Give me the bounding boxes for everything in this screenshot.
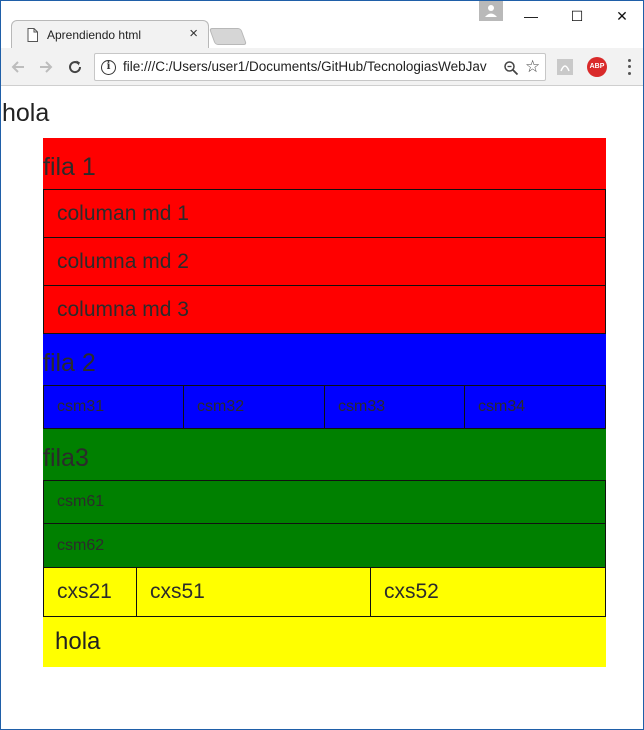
page-content: hola fila 1 columan md 1 columna md 2 co… bbox=[1, 87, 643, 729]
column-md-1: columan md 1 bbox=[43, 189, 606, 238]
bookmark-star-icon[interactable]: ☆ bbox=[525, 57, 540, 77]
column-sm-31: csm31 bbox=[43, 385, 184, 429]
column-sm-61: csm61 bbox=[43, 480, 606, 524]
url-text[interactable]: file:///C:/Users/user1/Documents/GitHub/… bbox=[123, 59, 495, 74]
page-heading: hola bbox=[2, 99, 50, 127]
browser-toolbar: i file:///C:/Users/user1/Documents/GitHu… bbox=[1, 48, 643, 86]
maximize-button[interactable]: ☐ bbox=[554, 3, 600, 29]
row-1: fila 1 columan md 1 columna md 2 columna… bbox=[43, 138, 606, 334]
row-3-label: fila3 bbox=[43, 444, 89, 472]
menu-icon[interactable] bbox=[621, 57, 637, 77]
info-icon[interactable]: i bbox=[101, 60, 116, 75]
row-1-label: fila 1 bbox=[43, 153, 96, 181]
zoom-icon[interactable] bbox=[503, 60, 519, 76]
profile-icon[interactable] bbox=[479, 1, 503, 21]
column-sm-34: csm34 bbox=[465, 385, 606, 429]
close-window-button[interactable]: ✕ bbox=[599, 3, 643, 29]
column-sm-33: csm33 bbox=[325, 385, 465, 429]
tab-title: Aprendiendo html bbox=[47, 28, 142, 42]
browser-tab[interactable]: Aprendiendo html × bbox=[11, 20, 209, 48]
row-3: fila3 csm61 csm62 bbox=[43, 429, 606, 568]
reload-icon[interactable] bbox=[64, 56, 86, 78]
row-2: fila 2 csm31 csm32 csm33 csm34 bbox=[43, 334, 606, 429]
column-md-3: columna md 3 bbox=[43, 286, 606, 334]
column-xs-21: cxs21 bbox=[43, 568, 137, 617]
column-sm-62: csm62 bbox=[43, 524, 606, 568]
tab-strip: Aprendiendo html × — ☐ ✕ bbox=[1, 1, 643, 48]
row-2-label: fila 2 bbox=[43, 349, 96, 377]
new-tab-button[interactable] bbox=[208, 28, 248, 45]
footer-text: hola bbox=[55, 628, 101, 655]
pdf-extension-icon[interactable] bbox=[555, 57, 575, 77]
column-md-2: columna md 2 bbox=[43, 238, 606, 286]
column-sm-32: csm32 bbox=[184, 385, 325, 429]
adblock-plus-icon[interactable]: ABP bbox=[587, 57, 607, 77]
back-arrow-icon[interactable] bbox=[7, 56, 29, 78]
browser-window: Aprendiendo html × — ☐ ✕ i file:///C:/Us… bbox=[0, 0, 644, 730]
row-4: cxs21 cxs51 cxs52 hola bbox=[43, 568, 606, 667]
forward-arrow-icon[interactable] bbox=[35, 56, 57, 78]
grid-container: fila 1 columan md 1 columna md 2 columna… bbox=[43, 138, 606, 667]
address-bar[interactable]: i file:///C:/Users/user1/Documents/GitHu… bbox=[94, 53, 546, 81]
tab-close-icon[interactable]: × bbox=[189, 25, 198, 43]
minimize-button[interactable]: — bbox=[508, 3, 554, 29]
column-xs-52: cxs52 bbox=[371, 568, 606, 617]
document-icon bbox=[27, 28, 38, 42]
column-xs-51: cxs51 bbox=[137, 568, 371, 617]
